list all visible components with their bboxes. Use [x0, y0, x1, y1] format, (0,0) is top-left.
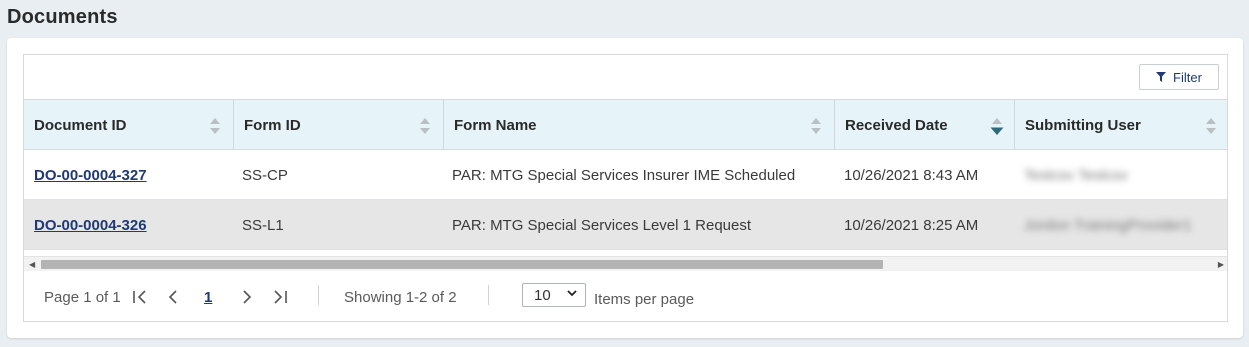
first-page-icon	[133, 290, 146, 304]
sort-icon[interactable]	[419, 117, 431, 135]
filter-label: Filter	[1173, 69, 1202, 85]
page-size-select[interactable]: 10	[522, 283, 586, 307]
previous-page-button[interactable]	[168, 271, 178, 321]
document-id-cell: DO-00-0004-327	[34, 150, 147, 200]
sort-descending-icon[interactable]	[990, 117, 1004, 135]
filter-icon	[1156, 72, 1167, 82]
chevron-left-icon	[168, 290, 177, 304]
table-row[interactable]: DO-00-0004-327 SS-CP PAR: MTG Special Se…	[24, 150, 1227, 200]
form-name-cell: PAR: MTG Special Services Insurer IME Sc…	[452, 166, 796, 184]
pager-divider	[488, 285, 489, 305]
sort-icon[interactable]	[1205, 117, 1217, 135]
grid-toolbar: Filter	[24, 55, 1227, 99]
first-page-button[interactable]	[132, 271, 148, 321]
column-header-label: Form ID	[244, 116, 301, 134]
column-header-label: Form Name	[454, 116, 537, 134]
chevron-right-icon	[243, 290, 252, 304]
pager-divider	[318, 285, 319, 305]
form-id-cell: SS-CP	[242, 166, 288, 184]
table-row[interactable]: DO-00-0004-326 SS-L1 PAR: MTG Special Se…	[24, 200, 1227, 250]
last-page-icon	[274, 290, 287, 304]
form-id-cell: SS-L1	[242, 216, 284, 234]
page-size-value: 10	[534, 286, 551, 304]
filter-button[interactable]: Filter	[1139, 64, 1219, 90]
received-date-cell: 10/26/2021 8:43 AM	[844, 166, 979, 184]
horizontal-scrollbar[interactable]: ◀ ▶	[24, 256, 1227, 271]
items-per-page-label: Items per page	[594, 290, 695, 308]
page-info: Page 1 of 1	[44, 288, 121, 306]
grid-header: Document ID Form ID Form Name Received D…	[24, 99, 1227, 150]
form-name-cell: PAR: MTG Special Services Level 1 Reques…	[452, 216, 752, 234]
column-header-document-id[interactable]: Document ID	[24, 100, 234, 150]
column-header-submitting-user[interactable]: Submitting User	[1015, 100, 1227, 150]
column-header-label: Document ID	[34, 116, 127, 134]
column-header-received-date[interactable]: Received Date	[835, 100, 1015, 150]
page-number-1[interactable]: 1	[204, 271, 212, 321]
document-id-cell: DO-00-0004-326	[34, 200, 147, 250]
submitting-user-cell: Testcsv Testcsv	[1024, 166, 1128, 184]
documents-grid: Filter Document ID Form ID Form Name Rec…	[23, 54, 1228, 322]
scrollbar-thumb[interactable]	[41, 260, 883, 269]
document-id-link[interactable]: DO-00-0004-327	[34, 167, 147, 184]
sort-icon[interactable]	[209, 117, 221, 135]
column-header-label: Received Date	[845, 116, 948, 134]
last-page-button[interactable]	[272, 271, 288, 321]
column-header-label: Submitting User	[1025, 116, 1141, 134]
scroll-right-arrow-icon[interactable]: ▶	[1218, 260, 1224, 269]
next-page-button[interactable]	[242, 271, 252, 321]
scroll-left-arrow-icon[interactable]: ◀	[29, 260, 35, 269]
column-header-form-name[interactable]: Form Name	[444, 100, 835, 150]
documents-card: Filter Document ID Form ID Form Name Rec…	[7, 38, 1243, 338]
showing-count: Showing 1-2 of 2	[344, 288, 457, 306]
submitting-user-cell: Jordon TrainingProvider1	[1024, 216, 1192, 234]
column-header-form-id[interactable]: Form ID	[234, 100, 444, 150]
chevron-down-icon	[567, 288, 577, 301]
document-id-link[interactable]: DO-00-0004-326	[34, 217, 147, 234]
page-title: Documents	[7, 6, 118, 28]
sort-icon[interactable]	[810, 117, 822, 135]
pagination-bar: Page 1 of 1 1 Showing 1-2 of 2 10 Items …	[24, 271, 1227, 321]
received-date-cell: 10/26/2021 8:25 AM	[844, 216, 979, 234]
